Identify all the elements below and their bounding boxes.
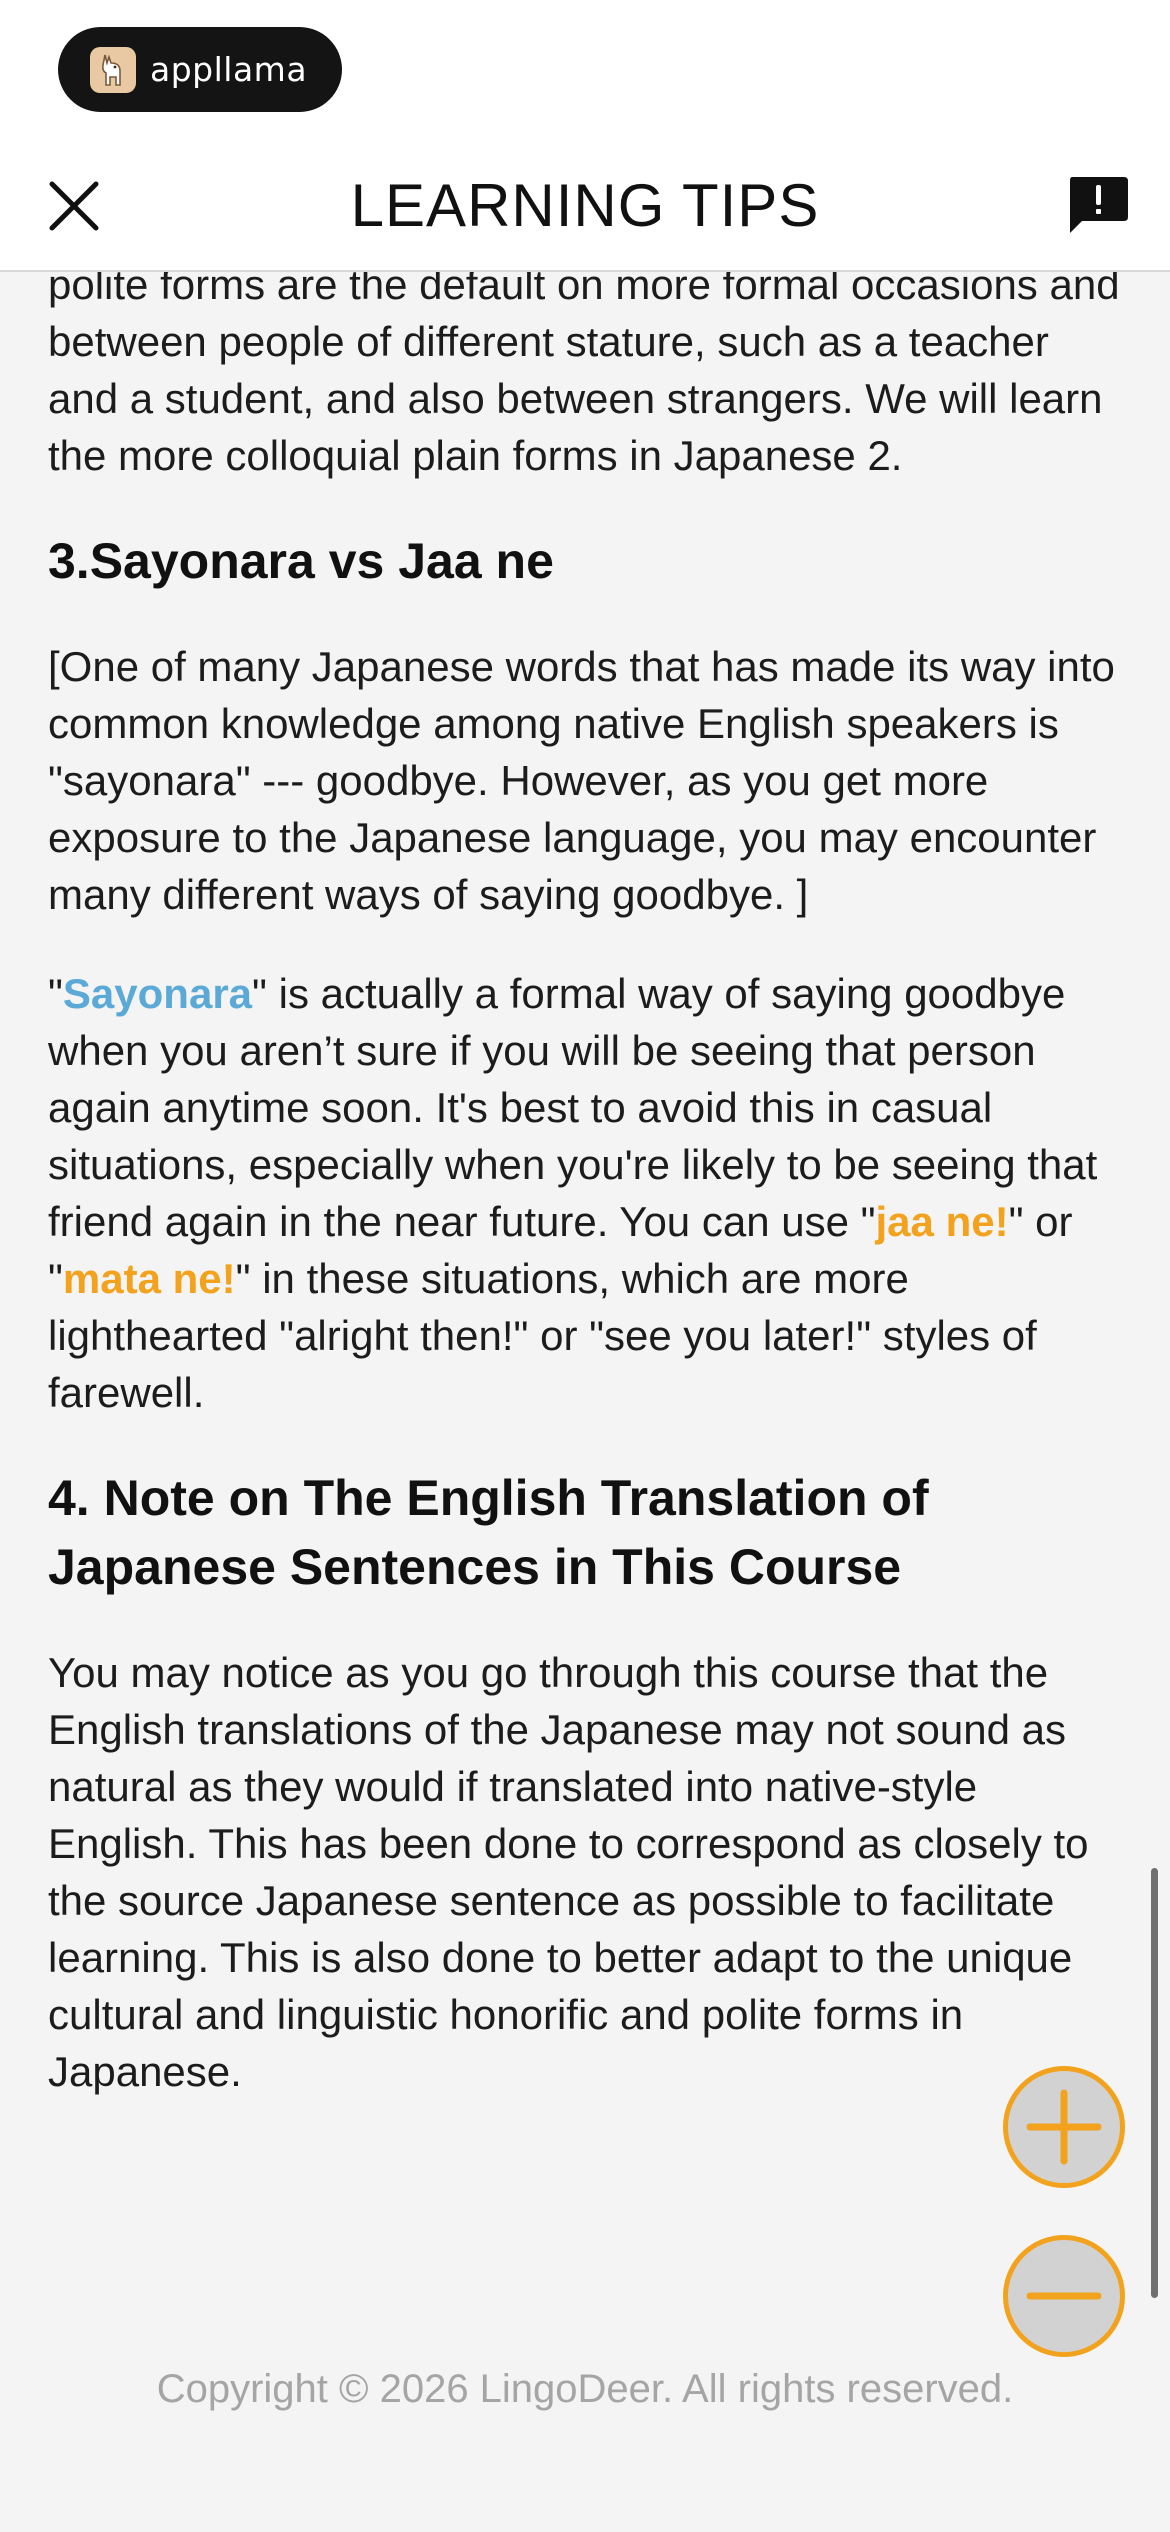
intro-paragraph: polite forms are the default on more for…	[48, 261, 1120, 479]
section-4-paragraph: You may notice as you go through this co…	[48, 1649, 1089, 2095]
learning-tips-content: polite forms are the default on more for…	[48, 256, 1126, 2100]
sayonara-paragraph: "Sayonara" is actually a formal way of s…	[48, 965, 1126, 1421]
top-bar: appllama LEARNING TIPS	[0, 0, 1170, 272]
section-3-heading: 3.Sayonara vs Jaa ne	[48, 533, 554, 589]
minus-icon	[1026, 2292, 1102, 2300]
header: LEARNING TIPS	[0, 150, 1170, 262]
plus-icon	[1026, 2089, 1102, 2165]
term-jaa-ne: jaa ne!	[875, 1198, 1009, 1245]
appllama-label: appllama	[150, 50, 308, 89]
appllama-badge[interactable]: appllama	[58, 27, 342, 112]
text-fragment: "	[48, 970, 63, 1017]
report-feedback-icon	[1070, 177, 1128, 233]
term-mata-ne: mata ne!	[62, 1255, 236, 1302]
section-4-heading: 4. Note on The English Translation of Ja…	[48, 1470, 929, 1595]
report-button[interactable]	[1062, 170, 1134, 242]
page-title: LEARNING TIPS	[350, 172, 820, 239]
zoom-in-button[interactable]	[1003, 2066, 1125, 2188]
copyright-text: Copyright © 2026 LingoDeer. All rights r…	[156, 2367, 1014, 2411]
section-3-quote-paragraph: [One of many Japanese words that has mad…	[48, 643, 1115, 918]
zoom-out-button[interactable]	[1003, 2235, 1125, 2357]
llama-logo-icon	[90, 46, 136, 93]
term-sayonara: Sayonara	[62, 970, 253, 1017]
scrollbar[interactable]	[1151, 1868, 1158, 2298]
